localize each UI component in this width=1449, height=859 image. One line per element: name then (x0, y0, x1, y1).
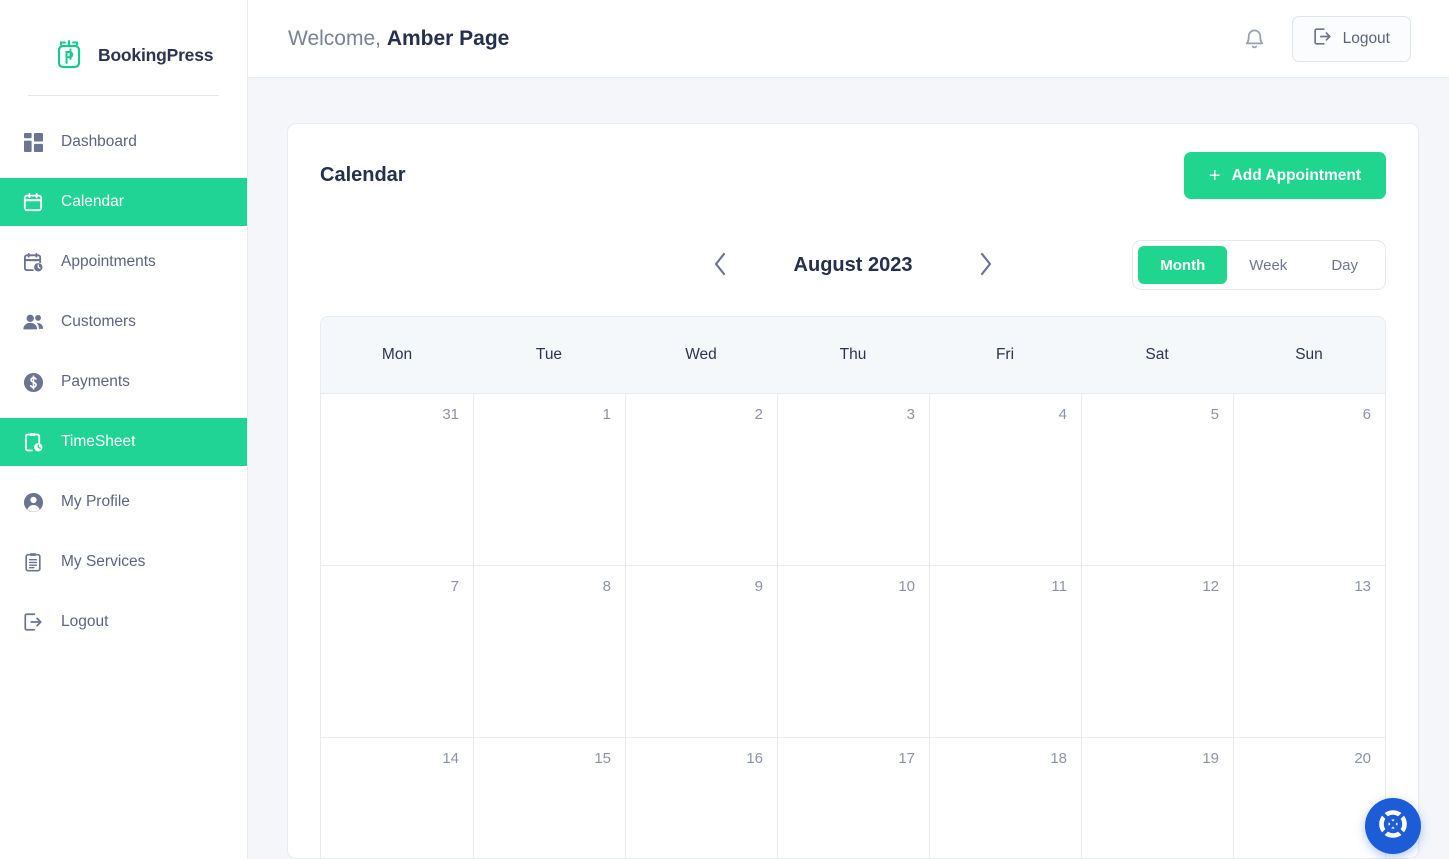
calendar-clock-icon (22, 251, 44, 273)
chevron-right-icon (978, 251, 994, 280)
sidebar-item-appointments[interactable]: Appointments (0, 238, 247, 286)
calendar-icon (22, 191, 44, 213)
sidebar-item-customers[interactable]: Customers (0, 298, 247, 346)
dollar-circle-icon (22, 371, 44, 393)
add-appointment-button[interactable]: + Add Appointment (1183, 152, 1386, 199)
day-header: Fri (995, 346, 1015, 363)
calendar-day-cell[interactable]: 7 (321, 565, 473, 737)
sidebar-item-label: Dashboard (61, 133, 137, 150)
calendar-week-row: 7 8 9 10 11 12 13 (321, 565, 1385, 737)
bell-icon[interactable] (1244, 28, 1265, 50)
calendar-card-header: Calendar + Add Appointment (320, 152, 1386, 199)
calendar-month-nav: August 2023 (704, 247, 1002, 284)
day-header: Tue (535, 346, 563, 363)
user-name: Amber Page (386, 26, 510, 50)
calendar-week-row: 31 1 2 3 4 5 6 (321, 393, 1385, 565)
next-month-button[interactable] (970, 247, 1002, 284)
sidebar-item-dashboard[interactable]: Dashboard (0, 118, 247, 166)
calendar-day-cell[interactable]: 10 (777, 565, 929, 737)
sidebar-item-label: My Profile (61, 493, 130, 510)
calendar-grid: Mon Tue Wed Thu Fri Sat Sun 31 1 2 3 4 5… (320, 316, 1386, 858)
topbar-actions: Logout (1244, 15, 1411, 62)
welcome-prefix: Welcome, (288, 26, 387, 50)
users-icon (22, 311, 44, 333)
calendar-day-cell[interactable]: 6 (1233, 393, 1385, 565)
calendar-day-cell[interactable]: 14 (321, 737, 473, 858)
calendar-day-cell[interactable]: 12 (1081, 565, 1233, 737)
day-header: Sun (1295, 346, 1323, 363)
calendar-card: Calendar + Add Appointment August 2023 M… (287, 123, 1419, 859)
grid-icon (22, 131, 44, 153)
calendar-day-cell[interactable]: 3 (777, 393, 929, 565)
brand-name: BookingPress (98, 45, 214, 65)
day-header: Sat (1145, 346, 1169, 363)
content-area: Calendar + Add Appointment August 2023 M… (248, 78, 1449, 859)
view-button-month[interactable]: Month (1138, 246, 1228, 284)
sidebar-item-logout[interactable]: Logout (0, 598, 247, 646)
chevron-left-icon (712, 251, 728, 280)
topbar-logout-label: Logout (1342, 29, 1390, 47)
calendar-day-cell[interactable]: 8 (473, 565, 625, 737)
calendar-day-cell[interactable]: 20 (1233, 737, 1385, 858)
plus-icon: + (1208, 164, 1221, 187)
view-button-week[interactable]: Week (1227, 246, 1309, 284)
calendar-day-cell[interactable]: 2 (625, 393, 777, 565)
calendar-day-cell[interactable]: 19 (1081, 737, 1233, 858)
logout-icon (1313, 27, 1332, 51)
current-month-label: August 2023 (793, 253, 913, 276)
sidebar-item-my-profile[interactable]: My Profile (0, 478, 247, 526)
logout-icon (22, 611, 44, 633)
sidebar: BookingPress Dashboard Calendar Appointm… (0, 0, 248, 859)
calendar-day-cell[interactable]: 15 (473, 737, 625, 858)
sidebar-divider (28, 95, 219, 96)
support-button[interactable] (1365, 798, 1421, 854)
day-header: Mon (381, 346, 413, 363)
welcome-message: Welcome, Amber Page (288, 27, 509, 51)
sidebar-item-label: TimeSheet (61, 433, 136, 450)
user-circle-icon (22, 491, 44, 513)
clipboard-list-icon (22, 551, 44, 573)
sidebar-item-label: Appointments (61, 253, 156, 270)
topbar: Welcome, Amber Page Logout (248, 0, 1449, 78)
calendar-day-cell[interactable]: 16 (625, 737, 777, 858)
calendar-day-cell[interactable]: 13 (1233, 565, 1385, 737)
calendar-day-cell[interactable]: 18 (929, 737, 1081, 858)
calendar-view-toggle: Month Week Day (1132, 240, 1386, 290)
sidebar-item-label: Payments (61, 373, 130, 390)
sidebar-item-timesheet[interactable]: TimeSheet (0, 418, 247, 466)
prev-month-button[interactable] (704, 247, 736, 284)
clipboard-clock-icon (22, 431, 44, 453)
sidebar-item-payments[interactable]: Payments (0, 358, 247, 406)
topbar-logout-button[interactable]: Logout (1291, 15, 1411, 62)
calendar-day-cell[interactable]: 31 (321, 393, 473, 565)
calendar-toolbar: August 2023 Month Week Day (320, 238, 1386, 292)
sidebar-item-label: My Services (61, 553, 146, 570)
lifebuoy-icon (1378, 809, 1408, 844)
day-header: Wed (685, 346, 717, 363)
calendar-day-cell[interactable]: 1 (473, 393, 625, 565)
sidebar-item-my-services[interactable]: My Services (0, 538, 247, 586)
sidebar-item-label: Calendar (61, 193, 124, 210)
day-header: Thu (839, 346, 867, 363)
add-appointment-label: Add Appointment (1231, 166, 1361, 184)
calendar-day-cell[interactable]: 17 (777, 737, 929, 858)
sidebar-item-calendar[interactable]: Calendar (0, 178, 247, 226)
brand-logo[interactable]: BookingPress (0, 0, 247, 78)
app-root: BookingPress Dashboard Calendar Appointm… (0, 0, 1449, 859)
calendar-day-cell[interactable]: 5 (1081, 393, 1233, 565)
sidebar-item-label: Customers (61, 313, 136, 330)
calendar-day-header-row: Mon Tue Wed Thu Fri Sat Sun (321, 317, 1385, 393)
sidebar-item-label: Logout (61, 613, 109, 630)
calendar-day-cell[interactable]: 4 (929, 393, 1081, 565)
sidebar-nav: Dashboard Calendar Appointments Customer… (0, 118, 247, 646)
calendar-day-cell[interactable]: 11 (929, 565, 1081, 737)
bookingpress-logo-icon (51, 38, 87, 74)
main-area: Welcome, Amber Page Logout Calendar + Ad… (248, 0, 1449, 859)
view-button-day[interactable]: Day (1309, 246, 1380, 284)
calendar-week-row: 14 15 16 17 18 19 20 (321, 737, 1385, 858)
calendar-day-cell[interactable]: 9 (625, 565, 777, 737)
page-title: Calendar (320, 164, 406, 186)
